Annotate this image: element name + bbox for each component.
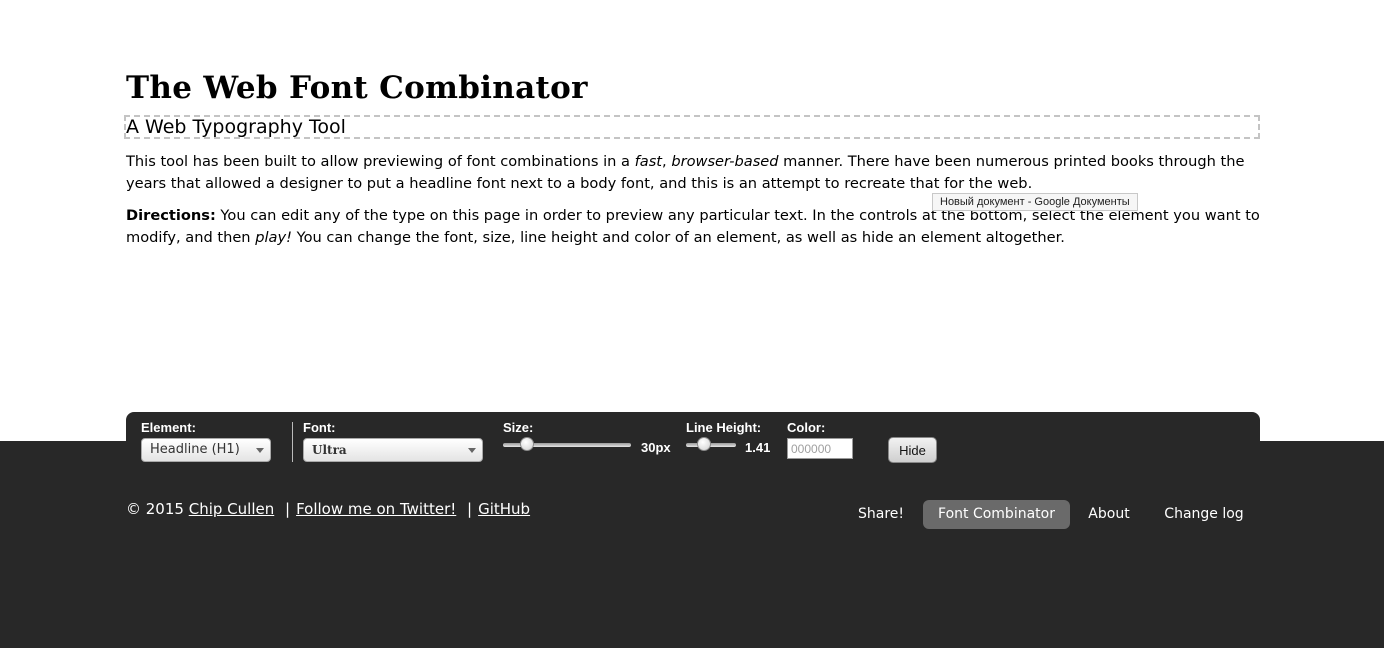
github-link[interactable]: GitHub [478, 500, 530, 518]
hide-button[interactable]: Hide [888, 437, 937, 463]
controls-divider [292, 422, 293, 462]
chevron-down-icon [468, 448, 476, 453]
intro-em-browser-based: browser-based [671, 153, 779, 170]
font-select-value: Ultra [312, 443, 347, 457]
intro-text-2: , [662, 153, 672, 170]
line-height-slider-track[interactable] [686, 443, 736, 447]
element-select-value: Headline (H1) [150, 442, 240, 457]
element-label: Element: [141, 420, 196, 435]
line-height-readout: 1.41 [745, 440, 771, 455]
copyright-text: © 2015 [126, 500, 184, 518]
page-subhead[interactable]: A Web Typography Tool [126, 114, 346, 140]
footer-credits: © 2015 Chip Cullen | Follow me on Twitter… [126, 500, 530, 518]
directions-em-play: play! [255, 229, 292, 246]
author-link[interactable]: Chip Cullen [189, 500, 275, 518]
font-label: Font: [303, 420, 336, 435]
nav-font-combinator[interactable]: Font Combinator [923, 500, 1070, 529]
footer [0, 441, 1384, 648]
footer-separator: | [285, 500, 291, 518]
color-input[interactable] [787, 438, 853, 459]
directions-label: Directions: [126, 207, 216, 224]
controls-panel: Element: Headline (H1) Font: Ultra Size:… [126, 412, 1260, 467]
intro-em-fast: fast [634, 153, 663, 170]
nav-change-log[interactable]: Change log [1153, 500, 1255, 529]
line-height-label: Line Height: [686, 420, 762, 435]
size-slider-handle[interactable] [520, 437, 534, 451]
intro-paragraph[interactable]: This tool has been built to allow previe… [126, 151, 1260, 195]
directions-paragraph[interactable]: Directions: You can edit any of the type… [126, 205, 1260, 249]
element-select[interactable]: Headline (H1) [141, 438, 271, 462]
footer-separator: | [467, 500, 473, 518]
color-label: Color: [787, 420, 826, 435]
twitter-link[interactable]: Follow me on Twitter! [296, 500, 456, 518]
size-label: Size: [503, 420, 534, 435]
tooltip: Новый документ - Google Документы [932, 193, 1138, 211]
intro-text-1: This tool has been built to allow previe… [126, 153, 635, 170]
line-height-slider-handle[interactable] [697, 437, 711, 451]
nav-about[interactable]: About [1079, 500, 1139, 529]
page-headline[interactable]: The Web Font Combinator [126, 68, 588, 108]
nav-share[interactable]: Share! [848, 500, 914, 529]
size-readout: 30px [641, 440, 671, 455]
font-select[interactable]: Ultra [303, 438, 483, 462]
chevron-down-icon [256, 448, 264, 453]
directions-text-2: You can change the font, size, line heig… [291, 229, 1065, 246]
